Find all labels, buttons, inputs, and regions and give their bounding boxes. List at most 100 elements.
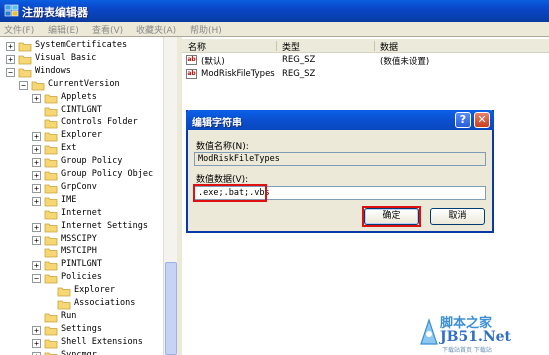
column-separator[interactable] xyxy=(276,41,277,51)
tree-item-label: Policies xyxy=(61,272,102,283)
tree-item[interactable]: + Syncmgr xyxy=(0,350,170,355)
tree-item[interactable]: + Explorer xyxy=(0,130,170,143)
dialog-title-bar[interactable]: 编辑字符串 ? ✕ xyxy=(186,110,494,130)
tree-item-label: Explorer xyxy=(61,130,102,141)
tree-item[interactable]: MSTCIPH xyxy=(0,246,170,259)
tree-item-label: CurrentVersion xyxy=(48,78,120,89)
menu-edit[interactable]: 编辑(E) xyxy=(48,23,79,36)
collapse-icon[interactable]: − xyxy=(32,274,41,284)
folder-icon xyxy=(18,42,32,52)
folder-icon xyxy=(44,339,58,349)
tree-item[interactable]: + Internet Settings xyxy=(0,221,170,234)
value-name-field[interactable]: ModRiskFileTypes xyxy=(194,152,486,166)
folder-icon xyxy=(44,132,58,142)
folder-icon xyxy=(44,197,58,207)
tree-item[interactable]: Internet xyxy=(0,208,170,221)
expand-icon[interactable]: + xyxy=(32,171,41,180)
column-type-header[interactable]: 类型 xyxy=(282,40,300,53)
expand-icon[interactable]: + xyxy=(32,222,41,232)
cancel-button[interactable]: 取消 xyxy=(430,208,485,225)
open-folder-icon xyxy=(31,81,45,91)
tree-item[interactable]: + Shell Extensions xyxy=(0,337,170,350)
tree-item[interactable]: + MSSCIPY xyxy=(0,234,170,247)
tree-item-label: Syncmgr xyxy=(61,349,97,355)
menu-favorites[interactable]: 收藏夹(A) xyxy=(136,23,176,36)
expand-icon[interactable]: + xyxy=(6,42,15,51)
folder-icon xyxy=(44,261,58,271)
tree-item[interactable]: + Ext xyxy=(0,143,170,156)
menu-help[interactable]: 帮助(H) xyxy=(190,23,222,36)
expand-icon[interactable]: + xyxy=(32,158,41,168)
tree-item[interactable]: + PINTLGNT xyxy=(0,259,170,272)
tree-scrollbar[interactable] xyxy=(163,37,177,355)
tree-item[interactable]: Associations xyxy=(0,298,170,311)
collapse-icon[interactable]: − xyxy=(6,67,15,77)
open-folder-icon xyxy=(44,274,58,284)
tree-item[interactable]: + Settings xyxy=(0,324,170,337)
expand-icon[interactable]: + xyxy=(32,132,41,142)
close-button[interactable]: ✕ xyxy=(474,112,490,128)
tree-item[interactable]: Run xyxy=(0,311,170,324)
expand-icon[interactable]: + xyxy=(32,196,41,206)
expand-icon[interactable]: + xyxy=(6,54,15,64)
list-header: 名称 类型 数据 xyxy=(182,39,549,53)
help-button[interactable]: ? xyxy=(455,112,471,128)
folder-icon xyxy=(44,119,58,129)
expand-icon[interactable]: + xyxy=(32,93,41,103)
value-name-label: 数值名称(N): xyxy=(196,142,249,152)
tree-item-label: Group Policy Objec xyxy=(61,169,154,179)
watermark-line2: JB51.Net xyxy=(440,329,511,345)
value-data: (数值未设置) xyxy=(380,57,430,67)
tree-item[interactable]: + SystemCertificates xyxy=(0,40,170,53)
tree-item-label: Internet xyxy=(61,207,102,218)
tree-item[interactable]: − Windows xyxy=(0,66,170,79)
tree-item[interactable]: + Visual Basic xyxy=(0,53,170,66)
tree-item[interactable]: − Policies xyxy=(0,272,170,285)
tree-item[interactable]: + GrpConv xyxy=(0,182,170,195)
expand-icon[interactable]: + xyxy=(32,235,41,245)
tree-item-label: Visual Basic xyxy=(35,52,97,63)
value-name: ModRiskFileTypes xyxy=(201,69,275,79)
column-data-header[interactable]: 数据 xyxy=(380,40,398,53)
folder-icon xyxy=(44,158,58,168)
tree-item-label: IME xyxy=(61,194,77,205)
tree-item[interactable]: − CurrentVersion xyxy=(0,79,170,92)
tree-item[interactable]: + Applets xyxy=(0,92,170,105)
folder-icon xyxy=(44,313,58,323)
tree-scroll-thumb[interactable] xyxy=(165,262,177,355)
registry-tree: + SystemCertificates + Visual Basic − Windows… xyxy=(0,37,177,355)
tree-item-label: Shell Extensions xyxy=(61,336,143,347)
registry-editor-window: 注册表编辑器 文件(F) 编辑(E) 查看(V) 收藏夹(A) 帮助(H) + S… xyxy=(0,0,549,355)
title-bar[interactable]: 注册表编辑器 xyxy=(0,0,549,22)
menu-file[interactable]: 文件(F) xyxy=(4,23,34,36)
column-separator[interactable] xyxy=(374,41,375,51)
tree-item-label: Internet Settings xyxy=(61,220,148,231)
expand-icon[interactable]: + xyxy=(32,261,41,271)
tree-item[interactable]: Explorer xyxy=(0,285,170,298)
tree-item[interactable]: + Group Policy Objec xyxy=(0,169,170,182)
tree-item-label: MSTCIPH xyxy=(61,246,97,257)
tree-item[interactable]: + Group Policy xyxy=(0,156,170,169)
folder-icon xyxy=(44,184,58,194)
value-name: (默认) xyxy=(201,57,225,67)
expand-icon[interactable]: + xyxy=(32,145,41,155)
expand-icon[interactable]: + xyxy=(32,338,41,348)
list-row-default[interactable]: ab (默认) REG_SZ (数值未设置) xyxy=(182,54,549,67)
folder-icon xyxy=(44,94,58,103)
tree-item-label: GrpConv xyxy=(61,181,97,192)
menu-view[interactable]: 查看(V) xyxy=(92,23,123,36)
site-watermark: 脚本之家 JB51.Net 下载站首页 下载站 xyxy=(418,312,549,355)
expand-icon[interactable]: + xyxy=(32,325,41,335)
tree-item-label: Applets xyxy=(61,91,97,102)
tree-item-label: Settings xyxy=(61,323,102,334)
tree-item[interactable]: CINTLGNT xyxy=(0,105,170,118)
expand-icon[interactable]: + xyxy=(32,183,41,193)
collapse-icon[interactable]: − xyxy=(19,80,28,90)
column-name-header[interactable]: 名称 xyxy=(188,40,206,53)
folder-icon xyxy=(44,352,58,355)
tree-item[interactable]: + IME xyxy=(0,195,170,208)
tree-item[interactable]: Controls Folder xyxy=(0,117,170,130)
expand-icon[interactable]: + xyxy=(32,351,41,355)
list-row-modriskfiletypes[interactable]: ab ModRiskFileTypes REG_SZ xyxy=(182,68,549,81)
registry-editor-icon xyxy=(4,4,19,17)
